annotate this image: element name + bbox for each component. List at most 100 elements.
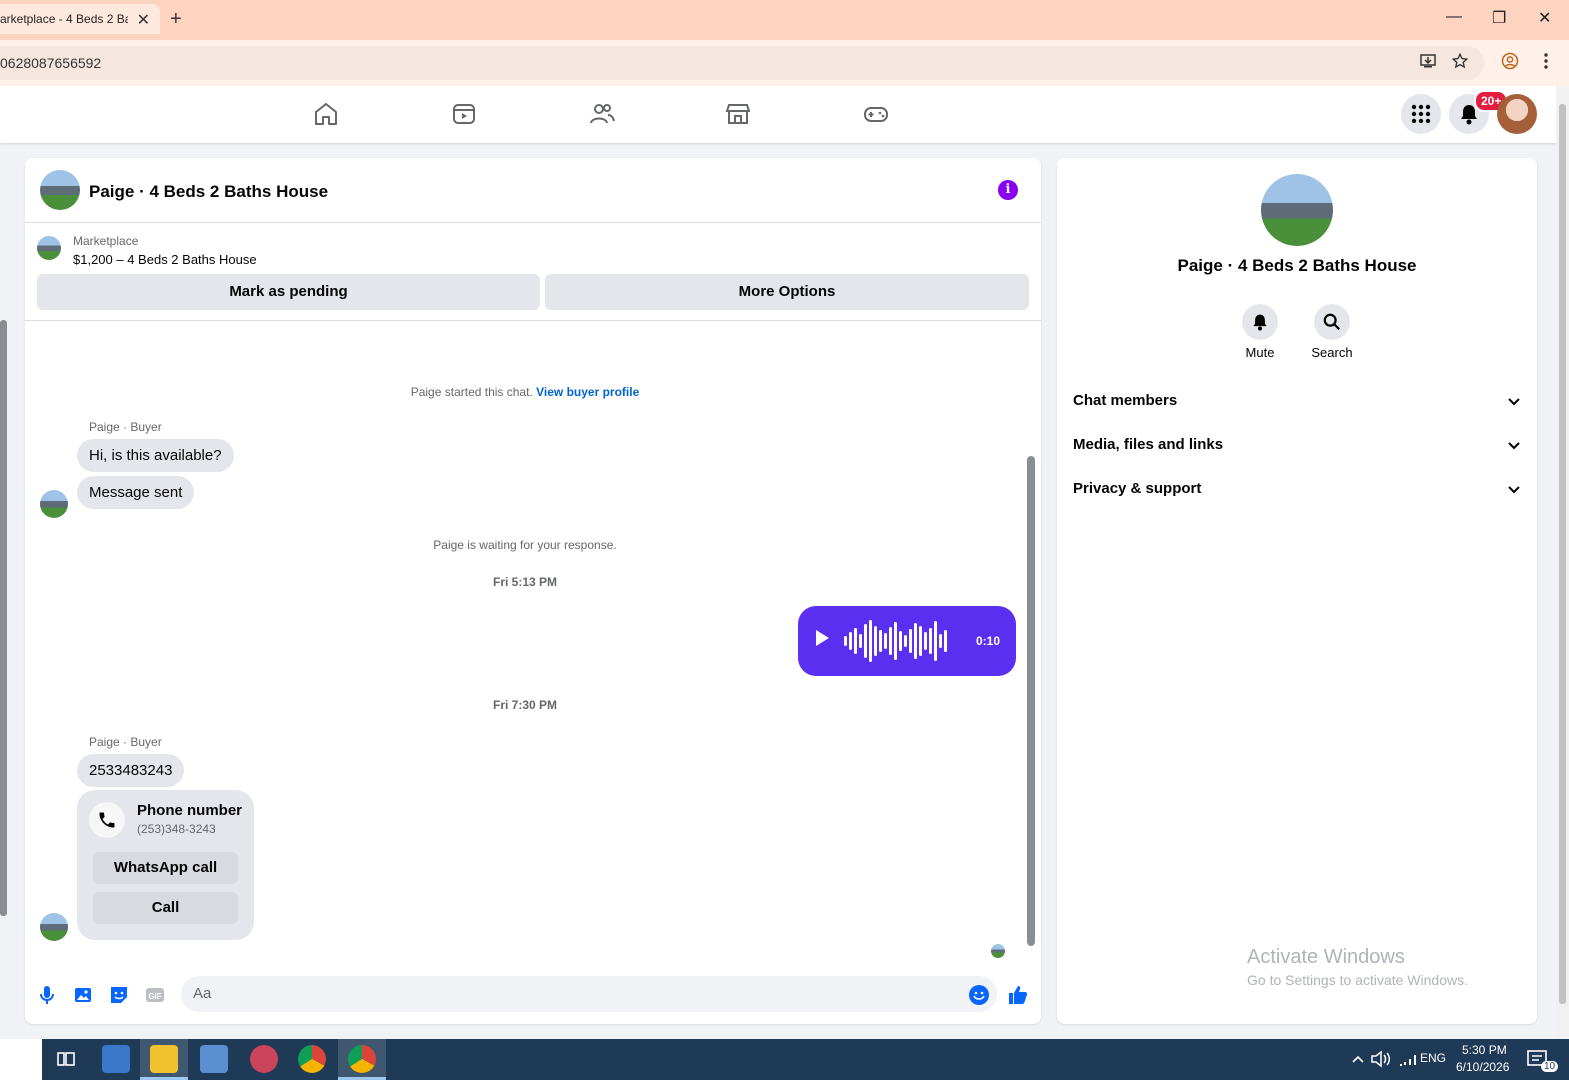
home-icon[interactable] [312, 100, 340, 128]
thumbs-up-icon[interactable] [1007, 984, 1029, 1006]
volume-icon[interactable] [1366, 1045, 1394, 1073]
task-view-icon[interactable] [52, 1045, 80, 1073]
messages-scrollbar[interactable] [1027, 456, 1035, 946]
file-explorer-icon[interactable] [150, 1045, 178, 1073]
waveform-bar [919, 626, 922, 656]
section-chat-members[interactable]: Chat members [1073, 392, 1521, 409]
waveform-bar [849, 632, 852, 650]
mark-pending-button[interactable]: Mark as pending [37, 274, 540, 310]
waveform-bar [854, 628, 857, 654]
phone-card-title: Phone number [137, 802, 243, 819]
facebook-top-nav: 20+ [0, 86, 1556, 143]
gif-icon[interactable]: GIF [144, 984, 166, 1006]
waveform-bar [864, 624, 867, 658]
message-input[interactable]: Aa [181, 976, 997, 1012]
header-divider [25, 320, 1041, 321]
waveform-bar [909, 629, 912, 653]
started-text: Paige started this chat. [410, 385, 533, 399]
sender-label: Paige · Buyer [89, 735, 162, 749]
play-icon[interactable] [816, 630, 829, 646]
close-window-icon[interactable]: ✕ [1538, 8, 1551, 28]
chat-details-panel: Paige · 4 Beds 2 Baths House Mute Search… [1057, 158, 1537, 1024]
page-scrollbar-thumb[interactable] [1559, 104, 1566, 1004]
microphone-icon[interactable] [36, 984, 58, 1006]
url-field[interactable]: 0628087656592 [0, 46, 1484, 80]
language-indicator[interactable]: ENG [1420, 1051, 1446, 1065]
chat-avatar[interactable] [40, 170, 80, 210]
chrome-profile-icon[interactable] [348, 1045, 376, 1073]
timestamp: Fri 7:30 PM [492, 698, 558, 712]
menu-button[interactable] [1401, 94, 1441, 134]
gaming-icon[interactable] [862, 100, 890, 128]
friends-icon[interactable] [588, 100, 616, 128]
sender-label: Paige · Buyer [89, 420, 162, 434]
network-icon[interactable] [1394, 1045, 1422, 1073]
close-tab-icon[interactable]: ✕ [137, 10, 150, 30]
message-bubble[interactable]: 2533483243 [77, 754, 185, 787]
search-label: Search [1311, 345, 1353, 360]
chevron-down-icon [1508, 486, 1520, 494]
voice-message[interactable]: 0:10 [798, 606, 1016, 676]
video-icon[interactable] [450, 100, 478, 128]
message-bubble[interactable]: Hi, is this available? [77, 439, 234, 472]
section-privacy-support[interactable]: Privacy & support [1073, 480, 1521, 497]
chrome-icon[interactable] [298, 1045, 326, 1073]
marketplace-icon[interactable] [724, 100, 752, 128]
sticker-icon[interactable] [108, 984, 130, 1006]
waveform-bar [934, 621, 937, 661]
message-bubble[interactable]: Message sent [77, 476, 195, 509]
section-media-files-links[interactable]: Media, files and links [1073, 436, 1521, 453]
profile-icon[interactable] [1501, 52, 1519, 70]
account-avatar[interactable] [1497, 94, 1537, 134]
waveform-bar [869, 620, 872, 662]
clock-time[interactable]: 5:30 PM [1462, 1043, 1507, 1057]
paint-app-icon[interactable] [250, 1045, 278, 1073]
info-icon[interactable]: i [998, 180, 1018, 200]
clock-date[interactable]: 6/10/2026 [1456, 1060, 1509, 1074]
conversation-name: Paige · 4 Beds 2 Baths House [1177, 256, 1417, 275]
waveform-bar [899, 631, 902, 651]
photo-icon[interactable] [72, 984, 94, 1006]
call-button[interactable]: Call [93, 892, 238, 924]
mute-label: Mute [1245, 345, 1275, 360]
new-tab-button[interactable]: + [170, 8, 182, 31]
restore-icon[interactable]: ❐ [1492, 8, 1506, 28]
mute-button[interactable] [1242, 304, 1278, 340]
left-scrollbar[interactable] [0, 320, 7, 916]
chevron-down-icon [1508, 442, 1520, 450]
section-label: Chat members [1073, 392, 1178, 409]
activate-windows-subtitle: Go to Settings to activate Windows. [1247, 972, 1468, 988]
bookmark-star-icon[interactable] [1451, 52, 1469, 70]
waveform-bar [874, 626, 877, 656]
apps-grid-icon [1411, 104, 1431, 124]
waveform-bar [944, 630, 947, 652]
bell-icon [1253, 314, 1267, 331]
whatsapp-call-button[interactable]: WhatsApp call [93, 852, 238, 884]
waveform-bar [924, 632, 927, 650]
browser-tab[interactable]: arketplace - 4 Beds 2 Ba ✕ [0, 4, 160, 34]
chat-title[interactable]: Paige · 4 Beds 2 Baths House [89, 182, 328, 202]
more-options-button[interactable]: More Options [545, 274, 1029, 310]
notepad-app-icon[interactable] [200, 1045, 228, 1073]
page-scrollbar[interactable] [1556, 86, 1569, 1038]
waveform-bar [894, 622, 897, 660]
this-pc-app-icon[interactable] [102, 1045, 130, 1073]
sender-avatar[interactable] [40, 490, 68, 518]
browser-menu-icon[interactable] [1540, 52, 1552, 70]
waveform-bar [914, 623, 917, 659]
phone-card-number: (253)348-3243 [137, 822, 216, 836]
minimize-icon[interactable]: — [1446, 8, 1462, 26]
listing-thumbnail[interactable] [37, 236, 61, 260]
section-label: Media, files and links [1073, 436, 1224, 453]
start-area[interactable] [0, 1039, 42, 1080]
phone-icon-wrap [89, 802, 125, 838]
install-app-icon[interactable] [1419, 52, 1437, 70]
view-buyer-profile-link[interactable]: View buyer profile [536, 385, 639, 399]
marketplace-label: Marketplace [73, 234, 139, 248]
sender-avatar[interactable] [40, 913, 68, 941]
emoji-icon[interactable] [968, 984, 990, 1006]
conversation-avatar[interactable] [1261, 174, 1333, 246]
search-button[interactable] [1314, 304, 1350, 340]
search-icon [1323, 313, 1340, 330]
listing-title[interactable]: $1,200 – 4 Beds 2 Baths House [73, 252, 257, 267]
